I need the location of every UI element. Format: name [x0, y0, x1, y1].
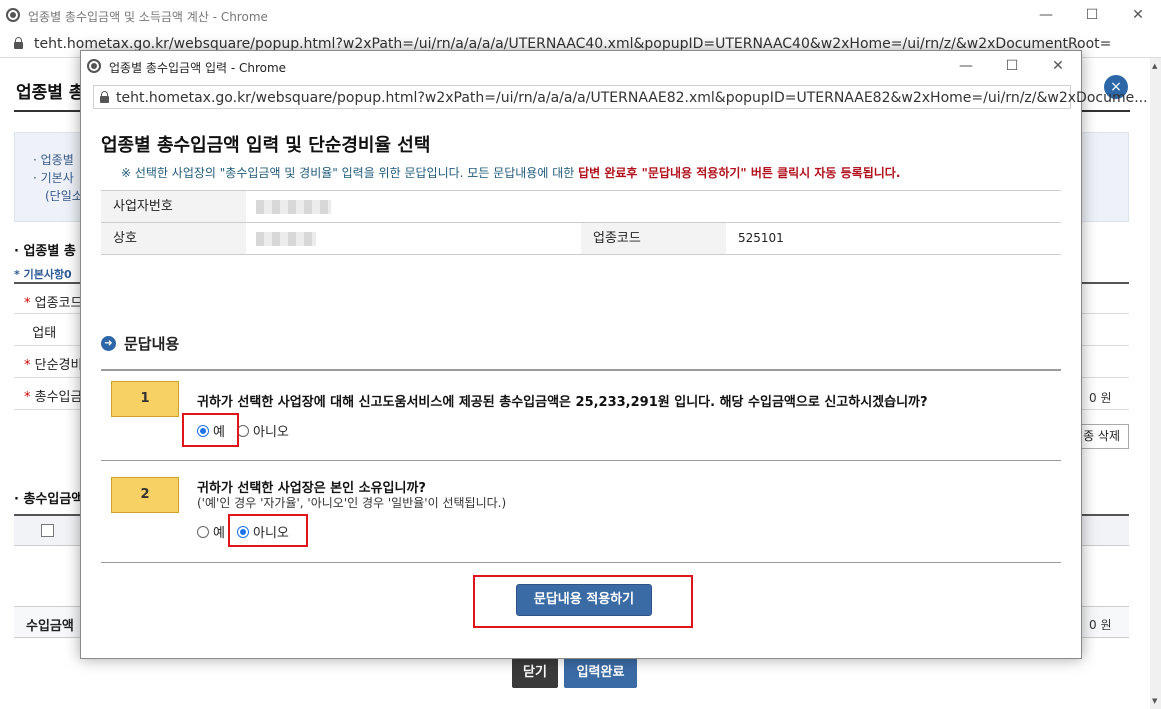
popup-titlebar: 업종별 총수입금액 입력 - Chrome — ☐ ✕: [81, 51, 1081, 81]
notice-part1: ※ 선택한 사업장의 "총수입금액 및 경비율" 입력을 위한 문답입니다. 모…: [121, 166, 579, 180]
popup-close-button[interactable]: ✕: [1035, 51, 1081, 81]
question-number: 2: [111, 477, 179, 513]
notice-text: ※ 선택한 사업장의 "총수입금액 및 경비율" 입력을 위한 문답입니다. 모…: [121, 164, 900, 181]
bg-section-title: · 총수입금액: [14, 492, 84, 507]
scroll-down-icon[interactable]: ▼: [1152, 697, 1157, 705]
biz-no-value-redacted: [256, 200, 331, 214]
highlight-box: [182, 413, 239, 447]
q2-yes-radio[interactable]: [197, 525, 209, 538]
question-text: 귀하가 선택한 사업장에 대해 신고도움서비스에 제공된 총수입금액은 25,2…: [197, 395, 928, 410]
bg-window-titlebar: 업종별 총수입금액 및 소득금액 계산 - Chrome — ☐ ✕: [0, 0, 1161, 30]
qa-separator: [101, 460, 1061, 461]
close-window-button[interactable]: ✕: [1115, 0, 1161, 30]
popup-url-text: teht.hometax.go.kr/websquare/popup.html?…: [116, 90, 1148, 106]
close-button[interactable]: 닫기: [512, 658, 558, 688]
bg-section-title: · 업종별 총: [14, 244, 76, 259]
popup-window: 업종별 총수입금액 입력 - Chrome — ☐ ✕ teht.hometax…: [80, 50, 1148, 659]
trade-name-label: 상호: [101, 223, 246, 254]
q1-no-label: 아니오: [253, 425, 289, 440]
q2-yes-option[interactable]: 예: [197, 522, 225, 541]
qa-separator: [101, 369, 1061, 371]
q1-no-option[interactable]: 아니오: [237, 421, 289, 440]
bg-won-value: 0 원: [1089, 618, 1112, 632]
select-all-checkbox[interactable]: [41, 524, 54, 537]
scrollbar[interactable]: ▲ ▼: [1150, 58, 1161, 709]
highlight-box: [473, 575, 693, 628]
bg-bottom-label: 수입금액: [26, 619, 74, 634]
popup-title: 업종별 총수입금액 입력 - Chrome: [109, 61, 287, 75]
bg-page-heading: 업종별 총: [16, 83, 85, 103]
bg-window-title: 업종별 총수입금액 및 소득금액 계산 - Chrome: [28, 10, 268, 24]
highlight-box: [228, 514, 308, 547]
notice-part2: 답변 완료후 "문답내용 적용하기" 버튼 클릭시 자동 등록됩니다.: [578, 166, 901, 180]
bg-row-label: * 업종코드: [24, 296, 83, 311]
globe-icon: [87, 59, 101, 73]
page-title: 업종별 총수입금액 입력 및 단순경비율 선택: [101, 135, 431, 156]
maximize-button[interactable]: ☐: [1069, 0, 1115, 30]
trade-name-value-redacted: [256, 232, 316, 246]
bg-info-line: (단일소: [45, 189, 83, 203]
complete-button[interactable]: 입력완료: [564, 658, 637, 688]
arrow-circle-icon: ➜: [101, 336, 116, 351]
bg-row-label: * 단순경비: [24, 358, 83, 373]
info-row: 상호 업종코드 525101: [101, 223, 1061, 255]
scroll-up-icon[interactable]: ▲: [1152, 62, 1157, 70]
info-row: 사업자번호: [101, 191, 1061, 223]
bg-subsection: * 기본사항0: [14, 268, 72, 281]
q2-yes-label: 예: [213, 526, 225, 541]
lock-icon: [14, 37, 23, 49]
lock-icon: [100, 91, 109, 103]
popup-content: 업종별 총수입금액 입력 및 단순경비율 선택 ※ 선택한 사업장의 "총수입금…: [81, 111, 1081, 659]
industry-code-value: 525101: [738, 231, 784, 245]
popup-maximize-button[interactable]: ☐: [989, 51, 1035, 81]
qa-heading: ➜ 문답내용: [101, 333, 179, 354]
qa-separator: [101, 562, 1061, 563]
popup-address-bar: teht.hometax.go.kr/websquare/popup.html?…: [81, 81, 1148, 111]
biz-no-label: 사업자번호: [101, 191, 246, 222]
info-table: 사업자번호 상호 업종코드 525101: [101, 190, 1061, 255]
bg-info-line: · 기본사: [33, 171, 74, 185]
minimize-button[interactable]: —: [1023, 0, 1069, 30]
popup-minimize-button[interactable]: —: [943, 51, 989, 81]
industry-code-label: 업종코드: [581, 223, 726, 254]
popup-url-field[interactable]: teht.hometax.go.kr/websquare/popup.html?…: [93, 85, 1148, 109]
bg-info-line: · 업종별: [33, 153, 74, 167]
bg-row-label: 업태: [32, 326, 57, 341]
bg-row-label: * 총수입금: [24, 390, 83, 405]
bg-won-value: 0 원: [1089, 391, 1112, 405]
question-subtext: ('예'인 경우 '자가율', '아니오'인 경우 '일반율'이 선택됩니다.): [197, 496, 507, 510]
qa-title: 문답내용: [124, 335, 180, 353]
globe-icon: [6, 8, 20, 22]
question-number: 1: [111, 381, 179, 417]
